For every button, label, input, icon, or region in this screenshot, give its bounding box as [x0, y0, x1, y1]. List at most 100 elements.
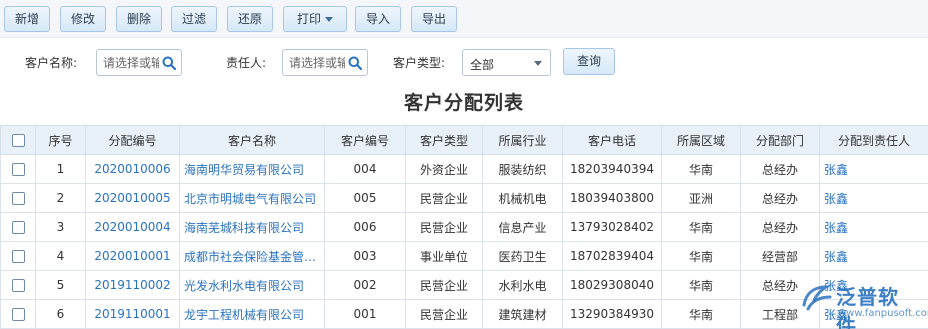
allocation-code-link[interactable]: 2019110001 [85, 299, 180, 329]
cell-cust-no: 003 [324, 241, 406, 271]
customer-name-link[interactable]: 成都市社会保险基金管理局 [179, 241, 325, 271]
checkbox[interactable] [11, 134, 25, 147]
column-header[interactable]: 分配编号 [85, 125, 180, 155]
table-row[interactable]: 5 2019110002 光发水利水电有限公司 002 民营企业 水利水电 18029308… [0, 270, 928, 300]
owner-label: 责任人: [226, 56, 267, 70]
owner-link[interactable]: 张鑫 [819, 212, 928, 242]
cell-dept: 经营部 [740, 241, 820, 271]
column-header[interactable]: 所属区域 [661, 125, 741, 155]
cell-dept: 总经办 [740, 183, 820, 213]
cell-type: 外资企业 [405, 154, 483, 184]
delete-button[interactable]: 删除 [116, 6, 162, 32]
checkbox[interactable] [11, 221, 25, 234]
allocation-code-link[interactable]: 2020010006 [85, 154, 180, 184]
query-button[interactable]: 查询 [563, 48, 615, 75]
edit-button[interactable]: 修改 [60, 6, 106, 32]
column-header[interactable]: 客户名称 [179, 125, 325, 155]
filter-button[interactable]: 过滤 [171, 6, 217, 32]
owner-input[interactable] [289, 55, 345, 71]
cell-no: 2 [35, 183, 86, 213]
cell-type: 民营企业 [405, 270, 483, 300]
page-title: 客户分配列表 [403, 92, 524, 114]
cell-cust-no: 006 [324, 212, 406, 242]
allocation-code-link[interactable]: 2020010005 [85, 183, 180, 213]
fanpu-logo-icon [802, 285, 832, 311]
cell-region: 亚洲 [661, 183, 741, 213]
cell-dept: 总经办 [740, 212, 820, 242]
owner-link[interactable]: 张鑫 [819, 241, 928, 271]
column-header[interactable]: 分配到责任人 [819, 125, 928, 155]
cell-region: 华南 [661, 212, 741, 242]
row-checkbox-cell[interactable] [0, 183, 36, 213]
row-checkbox-cell[interactable] [0, 154, 36, 184]
table-row[interactable]: 6 2019110001 龙宇工程机械有限公司 001 民营企业 建筑建材 13290384… [0, 299, 928, 329]
cell-no: 6 [35, 299, 86, 329]
cell-cust-no: 005 [324, 183, 406, 213]
customer-name-link[interactable]: 光发水利水电有限公司 [179, 270, 325, 300]
toolbar: 新增 修改 删除 过滤 还原 打印 导入 导出 [0, 0, 928, 38]
checkbox[interactable] [11, 279, 25, 292]
cell-cust-no: 001 [324, 299, 406, 329]
cell-dept: 总经办 [740, 154, 820, 184]
column-header[interactable]: 客户类型 [405, 125, 483, 155]
customer-type-value: 全部 [470, 58, 495, 72]
cell-phone: 13290384930 [562, 299, 662, 329]
chevron-down-icon [325, 17, 333, 22]
cell-industry: 信息产业 [482, 212, 563, 242]
print-button-label: 打印 [296, 12, 321, 26]
brand-watermark: 泛普软件 www.fanpusoft.com [800, 281, 928, 329]
cell-industry: 机械机电 [482, 183, 563, 213]
column-header[interactable]: 分配部门 [740, 125, 820, 155]
customer-name-link[interactable]: 海南芜城科技有限公司 [179, 212, 325, 242]
select-all-checkbox[interactable] [0, 125, 36, 155]
cell-industry: 医药卫生 [482, 241, 563, 271]
checkbox[interactable] [11, 192, 25, 205]
row-checkbox-cell[interactable] [0, 212, 36, 242]
table-row[interactable]: 1 2020010006 海南明华贸易有限公司 004 外资企业 服装纺织 18203940… [0, 154, 928, 184]
import-button[interactable]: 导入 [355, 6, 401, 32]
print-button[interactable]: 打印 [283, 6, 347, 32]
cell-cust-no: 004 [324, 154, 406, 184]
customer-type-select[interactable]: 全部 [462, 49, 551, 76]
cell-cust-no: 002 [324, 270, 406, 300]
cell-phone: 18702839404 [562, 241, 662, 271]
cell-type: 民营企业 [405, 183, 483, 213]
cell-industry: 水利水电 [482, 270, 563, 300]
checkbox[interactable] [11, 163, 25, 176]
column-header[interactable]: 客户电话 [562, 125, 662, 155]
table-header-row: 序号 分配编号 客户名称 客户编号 客户类型 所属行业 客户电话 所属区域 分配… [0, 125, 928, 155]
row-checkbox-cell[interactable] [0, 270, 36, 300]
column-header[interactable]: 客户编号 [324, 125, 406, 155]
export-button[interactable]: 导出 [411, 6, 457, 32]
owner-field[interactable] [282, 49, 368, 76]
table-row[interactable]: 3 2020010004 海南芜城科技有限公司 006 民营企业 信息产业 13793028… [0, 212, 928, 242]
table-row[interactable]: 2 2020010005 北京市明城电气有限公司 005 民营企业 机械机电 1803940… [0, 183, 928, 213]
row-checkbox-cell[interactable] [0, 299, 36, 329]
search-icon[interactable] [348, 56, 362, 70]
customer-name-link[interactable]: 龙宇工程机械有限公司 [179, 299, 325, 329]
restore-button[interactable]: 还原 [227, 6, 273, 32]
cell-no: 4 [35, 241, 86, 271]
customer-name-input[interactable] [103, 55, 159, 71]
allocation-code-link[interactable]: 2020010001 [85, 241, 180, 271]
checkbox[interactable] [11, 250, 25, 263]
column-header[interactable]: 序号 [35, 125, 86, 155]
owner-link[interactable]: 张鑫 [819, 154, 928, 184]
add-button[interactable]: 新增 [4, 6, 50, 32]
customer-name-link[interactable]: 北京市明城电气有限公司 [179, 183, 325, 213]
cell-type: 民营企业 [405, 299, 483, 329]
owner-link[interactable]: 张鑫 [819, 183, 928, 213]
column-header[interactable]: 所属行业 [482, 125, 563, 155]
cell-industry: 建筑建材 [482, 299, 563, 329]
cell-phone: 18203940394 [562, 154, 662, 184]
cell-region: 华南 [661, 241, 741, 271]
allocation-code-link[interactable]: 2020010004 [85, 212, 180, 242]
allocation-code-link[interactable]: 2019110002 [85, 270, 180, 300]
row-checkbox-cell[interactable] [0, 241, 36, 271]
search-icon[interactable] [162, 56, 176, 70]
table-row[interactable]: 4 2020010001 成都市社会保险基金管理局 003 事业单位 医药卫生 187028… [0, 241, 928, 271]
checkbox[interactable] [11, 308, 25, 321]
customer-name-field[interactable] [96, 49, 182, 76]
cell-phone: 18039403800 [562, 183, 662, 213]
customer-name-link[interactable]: 海南明华贸易有限公司 [179, 154, 325, 184]
